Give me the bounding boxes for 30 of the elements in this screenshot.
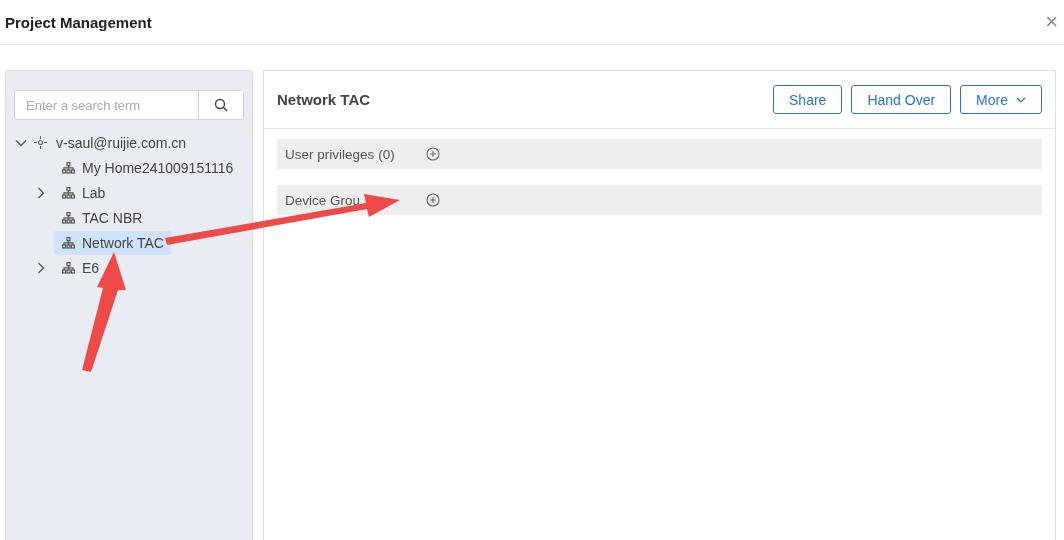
search-field[interactable]: Enter a search term — [14, 90, 244, 120]
dialog-title: Project Management — [5, 13, 152, 31]
chevron-right-icon[interactable] — [35, 261, 47, 274]
network-icon — [62, 261, 75, 274]
tree-item[interactable]: Lab — [54, 180, 106, 205]
action-button[interactable]: Hand Over — [851, 85, 952, 114]
crosshair-icon — [34, 136, 47, 149]
close-button[interactable]: × — [1045, 11, 1058, 33]
chevron-right-icon[interactable] — [35, 186, 47, 199]
tree-item[interactable]: TAC NBR — [54, 205, 143, 230]
network-icon — [62, 211, 75, 224]
action-button[interactable]: Share — [773, 85, 843, 114]
tree-item[interactable]: Network TAC — [54, 230, 171, 255]
search-input[interactable]: Enter a search term — [15, 91, 198, 119]
search-button[interactable] — [198, 91, 243, 119]
add-icon[interactable] — [426, 147, 440, 161]
count-label: (0) — [378, 146, 395, 162]
more-dropdown[interactable]: More — [960, 85, 1042, 114]
section-label: Device Grou — [285, 192, 361, 208]
project-title: Network TAC — [277, 91, 371, 108]
search-icon — [214, 98, 228, 112]
tree-item[interactable]: My Home241009151116 — [54, 155, 234, 180]
network-icon — [62, 186, 75, 199]
caret-icon — [1016, 96, 1026, 103]
network-icon — [62, 236, 75, 249]
network-icon — [62, 161, 75, 174]
section-label: User privileges — [285, 146, 375, 162]
tree-item[interactable]: v-saul@ruijie.com.cn — [34, 130, 187, 155]
add-icon[interactable] — [426, 193, 440, 207]
tree-item[interactable]: E6 — [54, 255, 100, 280]
